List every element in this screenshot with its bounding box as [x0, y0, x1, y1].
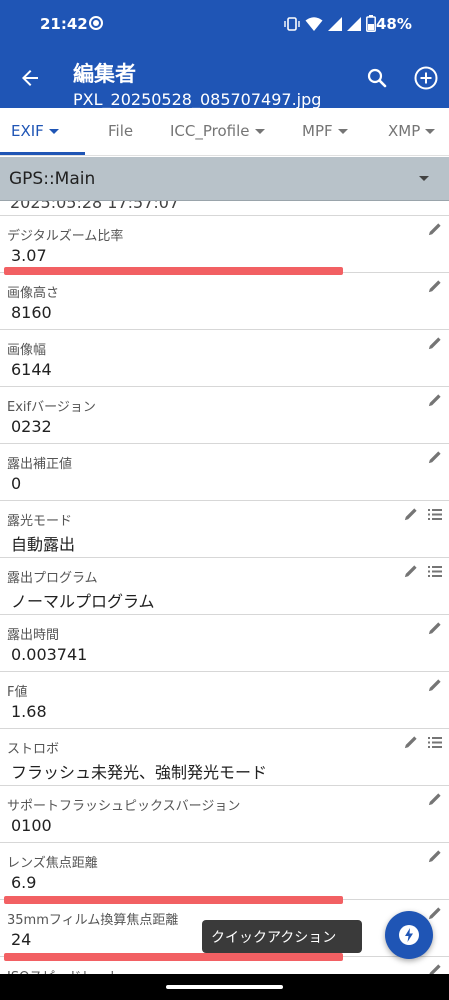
edit-icon[interactable]: [427, 222, 442, 237]
group-selector-value: GPS::Main: [9, 169, 96, 189]
chevron-down-icon: [419, 176, 429, 181]
battery-icon: [366, 15, 376, 32]
edit-icon[interactable]: [427, 792, 442, 807]
list-item[interactable]: 画像高さ 8160: [0, 273, 449, 330]
system-nav-bar: [0, 974, 449, 1000]
status-bar: 21:42 48%: [0, 0, 449, 50]
edit-icon[interactable]: [427, 450, 442, 465]
edit-icon[interactable]: [427, 849, 442, 864]
list-item[interactable]: 画像幅 6144: [0, 330, 449, 387]
wifi-icon: [305, 16, 323, 31]
screen-record-icon: [89, 16, 103, 30]
edit-icon[interactable]: [403, 564, 418, 579]
quick-action-button[interactable]: [385, 911, 433, 959]
list-item[interactable]: 露出補正値 0: [0, 444, 449, 501]
home-gesture-bar[interactable]: [166, 985, 283, 989]
edit-icon[interactable]: [427, 906, 442, 921]
list-icon[interactable]: [428, 737, 442, 748]
edit-icon[interactable]: [427, 393, 442, 408]
list-item[interactable]: デジタルズーム比率 3.07: [0, 216, 449, 273]
partial-row-value: 2025:05:28 17:57:07: [10, 201, 180, 212]
edit-icon[interactable]: [427, 279, 442, 294]
status-time: 21:42: [40, 15, 88, 33]
quick-action-tooltip: クイックアクション: [202, 920, 362, 953]
signal-icon: [347, 16, 361, 31]
tab-exif[interactable]: EXIF: [11, 122, 59, 140]
tab-file[interactable]: File: [108, 122, 133, 140]
list-item[interactable]: サポートフラッシュピックスバージョン 0100: [0, 786, 449, 843]
file-name: PXL_20250528_085707497.jpg: [73, 90, 322, 109]
chevron-down-icon: [48, 129, 59, 134]
list-item[interactable]: Exifバージョン 0232: [0, 387, 449, 444]
list-item[interactable]: ISOスピードレート: [0, 957, 449, 974]
search-icon[interactable]: [365, 66, 389, 90]
list-item[interactable]: 露光モード 自動露出: [0, 501, 449, 558]
edit-icon[interactable]: [427, 621, 442, 636]
chevron-down-icon: [337, 129, 348, 134]
list-item[interactable]: 露出時間 0.003741: [0, 615, 449, 672]
list-icon[interactable]: [428, 509, 442, 520]
battery-percent: 48%: [376, 15, 412, 33]
list-icon[interactable]: [428, 566, 442, 577]
back-arrow-icon[interactable]: [18, 66, 42, 90]
tab-xmp[interactable]: XMP: [388, 122, 436, 140]
edit-icon[interactable]: [403, 735, 418, 750]
edit-icon[interactable]: [427, 963, 442, 974]
tab-mpf[interactable]: MPF: [302, 122, 348, 140]
chevron-down-icon: [425, 129, 436, 134]
edit-icon[interactable]: [403, 507, 418, 522]
app-bar: 編集者 PXL_20250528_085707497.jpg: [0, 50, 449, 109]
tab-bar: EXIF File ICC_Profile MPF XMP: [0, 108, 449, 156]
lightning-bolt-icon: [399, 925, 419, 945]
group-selector[interactable]: GPS::Main: [0, 157, 449, 201]
tab-icc-profile[interactable]: ICC_Profile: [170, 122, 265, 140]
add-circle-icon[interactable]: [413, 65, 439, 91]
list-item[interactable]: レンズ焦点距離 6.9: [0, 843, 449, 900]
chevron-down-icon: [254, 129, 265, 134]
edit-icon[interactable]: [427, 678, 442, 693]
property-list: 2025:05:28 17:57:07 デジタルズーム比率 3.07 画像高さ …: [0, 201, 449, 974]
list-item[interactable]: ストロボ フラッシュ未発光、強制発光モード: [0, 729, 449, 786]
tab-indicator: [0, 152, 85, 155]
edit-icon[interactable]: [427, 336, 442, 351]
list-item[interactable]: F値 1.68: [0, 672, 449, 729]
list-item[interactable]: 露出プログラム ノーマルプログラム: [0, 558, 449, 615]
vibrate-icon: [284, 16, 300, 31]
signal-icon: [328, 16, 342, 31]
page-title: 編集者: [73, 62, 136, 86]
